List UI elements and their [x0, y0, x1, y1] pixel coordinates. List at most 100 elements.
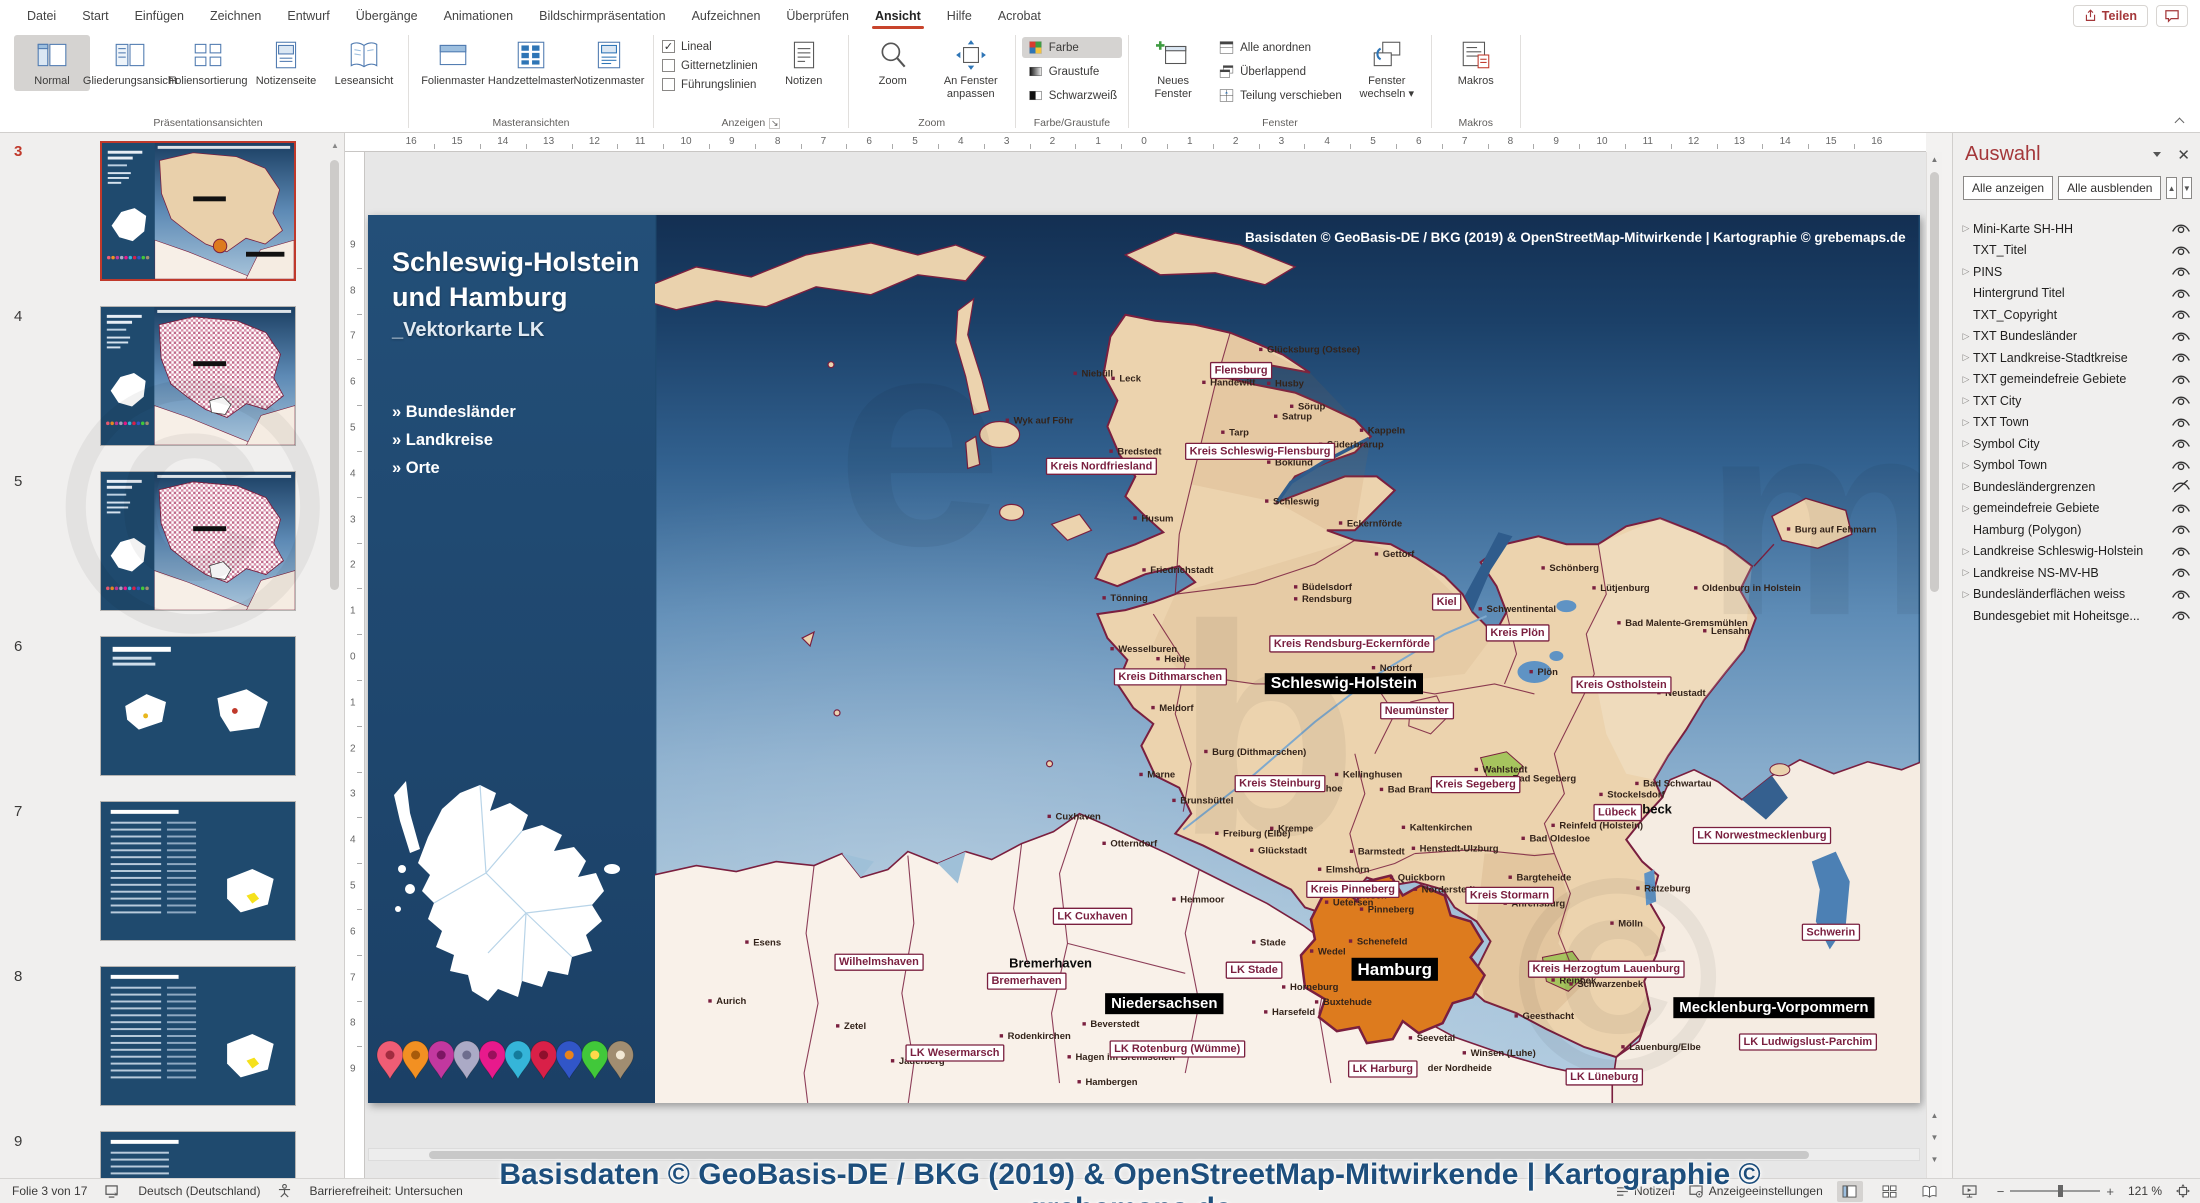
- visibility-eye-icon[interactable]: [2166, 308, 2196, 321]
- menu-tab-bildschirmpräsentation[interactable]: Bildschirmpräsentation: [526, 0, 678, 31]
- visibility-eye-icon[interactable]: [2166, 545, 2196, 558]
- slide-thumbnail-7[interactable]: [100, 801, 296, 941]
- slide-thumbnail-5[interactable]: [100, 471, 296, 611]
- reading-view-button[interactable]: [1917, 1181, 1943, 1202]
- ribbon-button-an-fenster-anpassen[interactable]: An Fenster anpassen: [933, 35, 1009, 104]
- ribbon-button-teilung-verschieben[interactable]: Teilung verschieben: [1213, 85, 1347, 106]
- layer-item-gemeindefreie-gebiete[interactable]: ▷gemeindefreie Gebiete: [1959, 498, 2196, 520]
- menu-tab-zeichnen[interactable]: Zeichnen: [197, 0, 274, 31]
- previous-slide-button[interactable]: ▲: [1928, 1108, 1941, 1123]
- zoom-slider[interactable]: − +: [1997, 1184, 2114, 1199]
- map-area[interactable]: e b © m NiebüllLeckWyk auf FöhrBredstedt…: [655, 215, 1920, 1103]
- scroll-down-icon[interactable]: ▼: [1928, 1152, 1941, 1167]
- expand-icon[interactable]: ▷: [1959, 352, 1973, 363]
- layer-item-hintergrund-titel[interactable]: Hintergrund Titel: [1959, 283, 2196, 305]
- menu-tab-einfügen[interactable]: Einfügen: [122, 0, 197, 31]
- layer-item-txt-city[interactable]: ▷TXT City: [1959, 390, 2196, 412]
- ribbon-button-foliensortierung[interactable]: Foliensortierung: [170, 35, 246, 91]
- visibility-eye-icon[interactable]: [2166, 502, 2196, 515]
- ribbon-button-gliederungsansicht[interactable]: Gliederungsansicht: [92, 35, 168, 91]
- ribbon-button-notizenmaster[interactable]: Notizenmaster: [571, 35, 647, 91]
- expand-icon[interactable]: ▷: [1959, 223, 1973, 234]
- layer-item-hamburg-polygon-[interactable]: Hamburg (Polygon): [1959, 519, 2196, 541]
- ribbon-button-neues-fenster[interactable]: Neues Fenster: [1135, 35, 1211, 104]
- notes-toggle[interactable]: Notizen: [1616, 1184, 1675, 1198]
- layer-item-mini-karte-sh-hh[interactable]: ▷Mini-Karte SH-HH: [1959, 218, 2196, 240]
- layer-item-bundesl-ndergrenzen[interactable]: ▷Bundesländergrenzen: [1959, 476, 2196, 498]
- slideshow-view-button[interactable]: [1957, 1181, 1983, 1202]
- visibility-eye-off-icon[interactable]: [2166, 480, 2196, 493]
- slide-thumbnail-4[interactable]: [100, 306, 296, 446]
- menu-tab-hilfe[interactable]: Hilfe: [934, 0, 985, 31]
- scrollbar-thumb[interactable]: [330, 160, 339, 590]
- dialog-launcher-icon[interactable]: ↘: [769, 118, 780, 129]
- layer-item-txt-titel[interactable]: TXT_Titel: [1959, 240, 2196, 262]
- layer-item-landkreise-schleswig-holstein[interactable]: ▷Landkreise Schleswig-Holstein: [1959, 541, 2196, 563]
- checkbox-lineal[interactable]: ✓Lineal: [662, 40, 758, 53]
- menu-tab-aufzeichnen[interactable]: Aufzeichnen: [679, 0, 774, 31]
- ribbon-button-notizenseite[interactable]: Notizenseite: [248, 35, 324, 91]
- ribbon-button-handzettelmaster[interactable]: Handzettelmaster: [493, 35, 569, 91]
- expand-icon[interactable]: ▷: [1959, 266, 1973, 277]
- menu-tab-übergänge[interactable]: Übergänge: [343, 0, 431, 31]
- accessibility-status[interactable]: Barrierefreiheit: Untersuchen: [309, 1184, 462, 1198]
- visibility-eye-icon[interactable]: [2166, 394, 2196, 407]
- slide-thumbnail-8[interactable]: [100, 966, 296, 1106]
- zoom-level[interactable]: 121 %: [2128, 1184, 2162, 1198]
- ribbon-button--berlappend[interactable]: Überlappend: [1213, 61, 1347, 82]
- visibility-eye-icon[interactable]: [2166, 265, 2196, 278]
- expand-icon[interactable]: ▷: [1959, 503, 1973, 514]
- language-indicator[interactable]: Deutsch (Deutschland): [138, 1184, 260, 1198]
- visibility-eye-icon[interactable]: [2166, 244, 2196, 257]
- layer-item-txt-town[interactable]: ▷TXT Town: [1959, 412, 2196, 434]
- checkbox-führungslinien[interactable]: Führungslinien: [662, 78, 758, 91]
- expand-icon[interactable]: ▷: [1959, 589, 1973, 600]
- scrollbar-thumb[interactable]: [1930, 172, 1939, 592]
- ribbon-button-leseansicht[interactable]: Leseansicht: [326, 35, 402, 91]
- expand-icon[interactable]: ▷: [1959, 331, 1973, 342]
- visibility-eye-icon[interactable]: [2166, 330, 2196, 343]
- ribbon-button-normal[interactable]: Normal: [14, 35, 90, 91]
- ribbon-button-schwarzwei-[interactable]: Schwarzweiß: [1022, 85, 1122, 106]
- menu-tab-datei[interactable]: Datei: [14, 0, 69, 31]
- ribbon-button-folienmaster[interactable]: Folienmaster: [415, 35, 491, 91]
- visibility-eye-icon[interactable]: [2166, 351, 2196, 364]
- scroll-up-icon[interactable]: ▲: [328, 138, 342, 154]
- share-button[interactable]: Teilen: [2073, 5, 2148, 27]
- layer-item-landkreise-ns-mv-hb[interactable]: ▷Landkreise NS-MV-HB: [1959, 562, 2196, 584]
- ribbon-button-zoom[interactable]: Zoom: [855, 35, 931, 91]
- move-up-icon[interactable]: ▲: [2166, 177, 2176, 199]
- ribbon-button-notizen[interactable]: Notizen: [766, 35, 842, 91]
- checkbox-gitternetzlinien[interactable]: Gitternetzlinien: [662, 59, 758, 72]
- slide-thumbnail-9[interactable]: [100, 1131, 296, 1178]
- expand-icon[interactable]: ▷: [1959, 481, 1973, 492]
- ribbon-button-graustufe[interactable]: Graustufe: [1022, 61, 1122, 82]
- next-slide-button[interactable]: ▼: [1928, 1130, 1941, 1145]
- layer-item-symbol-town[interactable]: ▷Symbol Town: [1959, 455, 2196, 477]
- zoom-slider-knob[interactable]: [2058, 1185, 2063, 1197]
- visibility-eye-icon[interactable]: [2166, 373, 2196, 386]
- visibility-eye-icon[interactable]: [2166, 523, 2196, 536]
- scrollbar-thumb[interactable]: [429, 1151, 1809, 1159]
- visibility-eye-icon[interactable]: [2166, 222, 2196, 235]
- slide-indicator[interactable]: Folie 3 von 17: [12, 1184, 87, 1198]
- expand-icon[interactable]: ▷: [1959, 460, 1973, 471]
- close-icon[interactable]: ✕: [2177, 146, 2190, 164]
- expand-icon[interactable]: ▷: [1959, 567, 1973, 578]
- menu-tab-entwurf[interactable]: Entwurf: [274, 0, 342, 31]
- menu-tab-animationen[interactable]: Animationen: [431, 0, 527, 31]
- scroll-up-icon[interactable]: ▲: [1928, 152, 1941, 167]
- expand-icon[interactable]: ▷: [1959, 395, 1973, 406]
- layer-item-txt-gemeindefreie-gebiete[interactable]: ▷TXT gemeindefreie Gebiete: [1959, 369, 2196, 391]
- move-down-icon[interactable]: ▼: [2182, 177, 2192, 199]
- visibility-eye-icon[interactable]: [2166, 566, 2196, 579]
- menu-tab-ansicht[interactable]: Ansicht: [862, 0, 934, 31]
- layer-item-txt-bundesl-nder[interactable]: ▷TXT Bundesländer: [1959, 326, 2196, 348]
- visibility-eye-icon[interactable]: [2166, 287, 2196, 300]
- expand-icon[interactable]: ▷: [1959, 374, 1973, 385]
- hide-all-button[interactable]: Alle ausblenden: [2058, 176, 2161, 200]
- show-all-button[interactable]: Alle anzeigen: [1963, 176, 2053, 200]
- layer-item-symbol-city[interactable]: ▷Symbol City: [1959, 433, 2196, 455]
- menu-tab-start[interactable]: Start: [69, 0, 121, 31]
- ribbon-button-makros[interactable]: Makros: [1438, 35, 1514, 91]
